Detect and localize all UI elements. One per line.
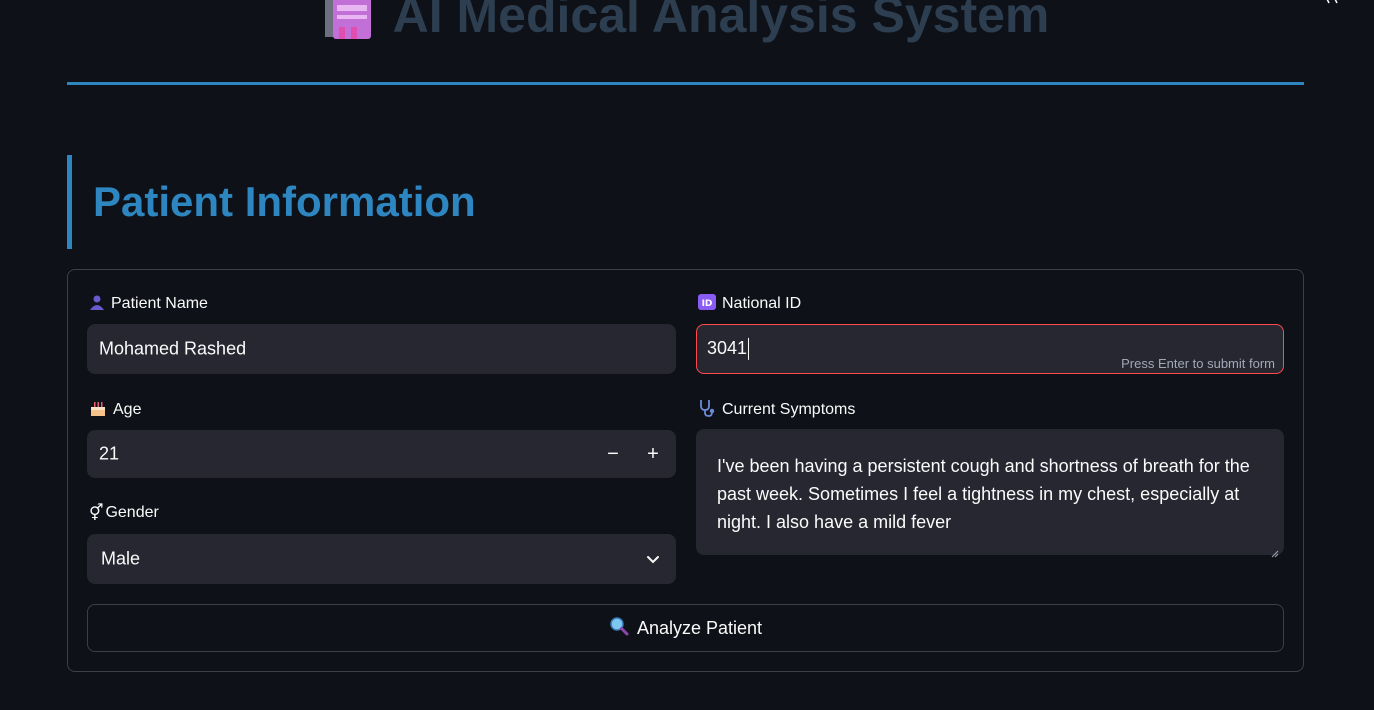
magnifier-icon (609, 616, 629, 641)
section-title-text: Patient Information (93, 178, 476, 225)
patient-name-input[interactable]: Mohamed Rashed (87, 324, 676, 374)
gender-label: ⚥ Gender (89, 504, 159, 522)
national-id-label-text: National ID (722, 295, 802, 312)
svg-text:ID: ID (702, 299, 713, 309)
national-id-input[interactable]: 3041 Press Enter to submit form (696, 324, 1284, 374)
gender-label-text: Gender (105, 504, 159, 521)
patient-name-label-text: Patient Name (111, 295, 208, 312)
symptoms-value: I've been having a persistent cough and … (717, 456, 1250, 532)
app-title: AI Medical Analysis System (0, 0, 1374, 44)
text-caret (748, 338, 750, 361)
national-id-value: 3041 (707, 337, 748, 358)
app-title-text: AI Medical Analysis System (392, 0, 1050, 43)
resize-handle-icon[interactable] (1271, 542, 1279, 558)
analyze-patient-button[interactable]: Analyze Patient (87, 604, 1284, 652)
corner-menu-icon[interactable] (1326, 0, 1338, 4)
title-divider (67, 82, 1304, 85)
gender-value: Male (101, 548, 141, 569)
age-decrement-button[interactable]: − (593, 431, 633, 477)
national-id-label: ID National ID (698, 294, 801, 314)
age-label-text: Age (113, 401, 142, 418)
national-id-value-wrap: 3041 (707, 337, 750, 361)
cake-icon (89, 399, 107, 421)
chevron-down-icon[interactable] (645, 551, 661, 567)
person-icon (89, 294, 105, 314)
stethoscope-icon (698, 399, 716, 421)
patient-name-label: Patient Name (89, 294, 208, 314)
analyze-patient-label: Analyze Patient (636, 617, 763, 638)
age-label: Age (89, 399, 141, 421)
age-value: 21 (99, 443, 120, 464)
symptoms-label: Current Symptoms (698, 399, 855, 421)
age-number-input[interactable]: 21 − + (87, 430, 676, 478)
id-icon: ID (698, 294, 716, 314)
age-increment-button[interactable]: + (633, 431, 673, 477)
medical-clipboard-icon (324, 0, 371, 39)
symptoms-textarea[interactable]: I've been having a persistent cough and … (696, 429, 1284, 558)
submit-hint: Press Enter to submit form (1121, 356, 1275, 371)
gender-select[interactable]: Male (87, 534, 676, 584)
patient-name-value: Mohamed Rashed (99, 338, 247, 359)
gender-icon: ⚥ (89, 503, 104, 522)
section-title: Patient Information (67, 155, 667, 249)
symptoms-label-text: Current Symptoms (722, 401, 856, 418)
